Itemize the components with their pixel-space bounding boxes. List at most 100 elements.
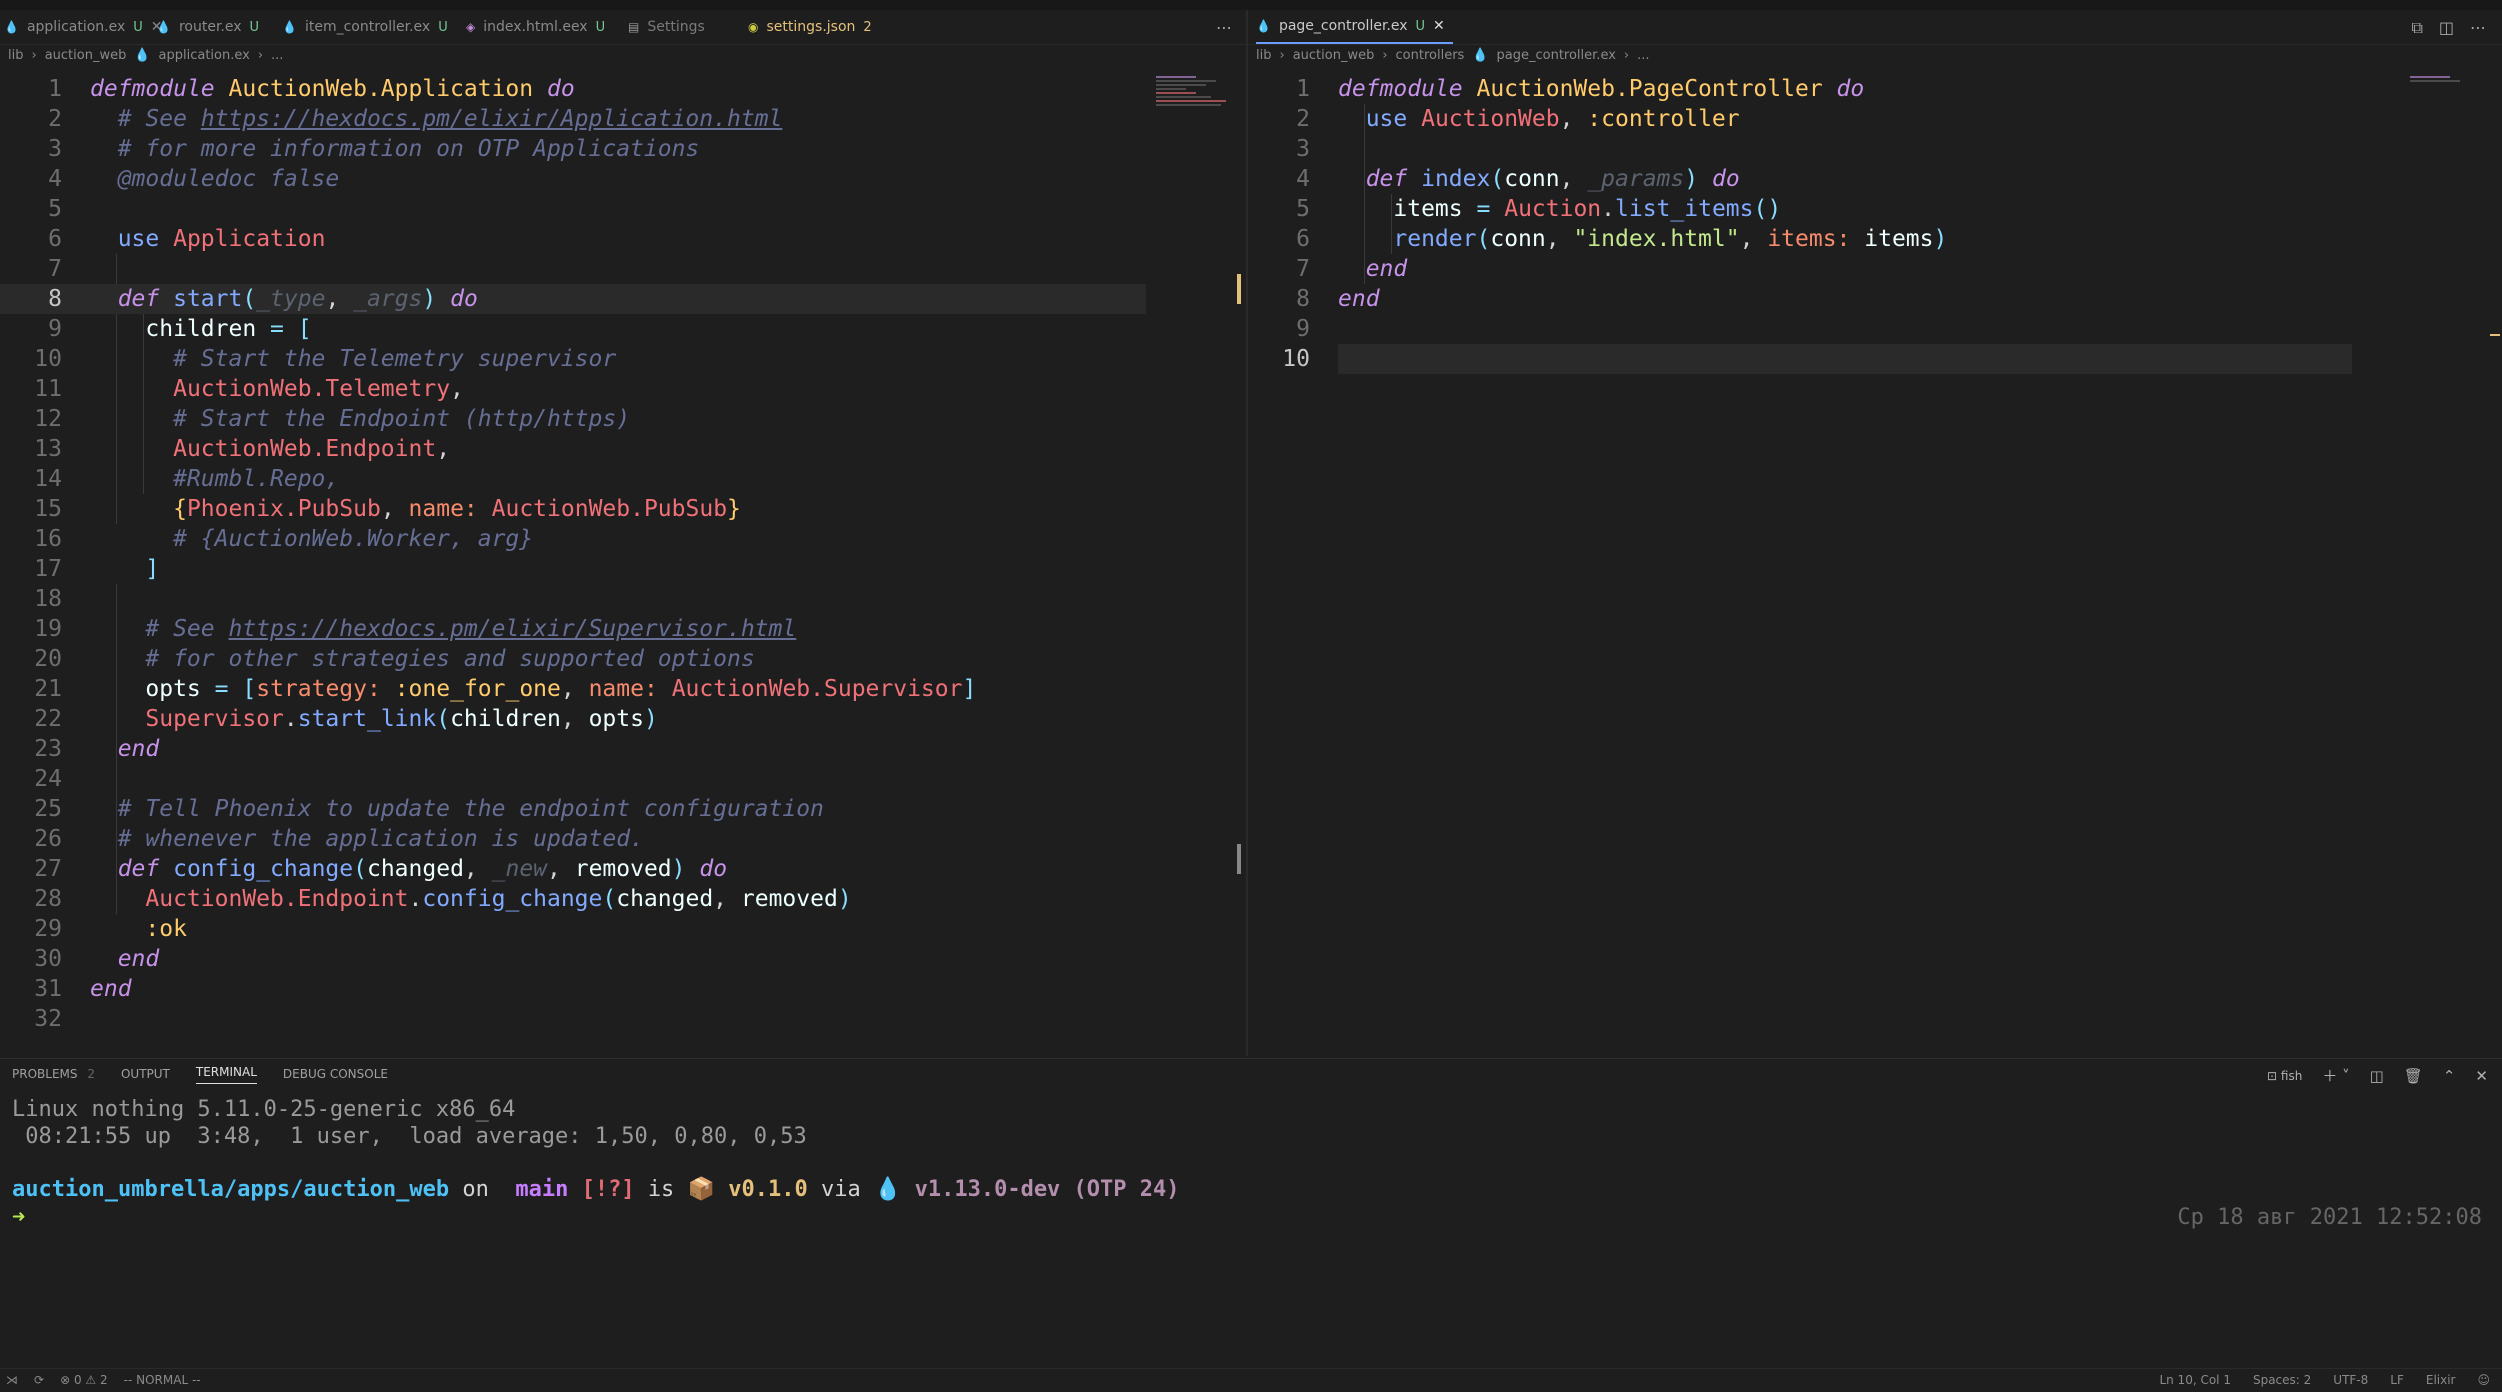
code-line: 7 end	[1296, 256, 1408, 282]
bottom-panel: PROBLEMS 2 OUTPUT TERMINAL DEBUG CONSOLE…	[0, 1058, 2502, 1369]
tab-status: U	[249, 19, 260, 35]
remote-icon[interactable]: ⋊	[6, 1373, 18, 1387]
tab-item-controller-ex[interactable]: 💧 item_controller.ex U	[282, 10, 448, 44]
code-line: 19 # See https://hexdocs.pm/elixir/Super…	[34, 616, 797, 642]
terminal-selector[interactable]: ⊡ fish	[2267, 1069, 2302, 1083]
code-line: 12 # Start the Endpoint (http/https)	[34, 406, 631, 432]
elixir-icon: 💧	[1256, 19, 1271, 33]
code-line: 7	[48, 256, 62, 282]
tab-output[interactable]: OUTPUT	[121, 1067, 170, 1081]
code-line: 9	[1296, 316, 1310, 342]
breadcrumb-item[interactable]: controllers	[1396, 48, 1465, 63]
code-line: 16 # {AuctionWeb.Worker, arg}	[34, 526, 534, 552]
tab-debug-console[interactable]: DEBUG CONSOLE	[283, 1067, 388, 1081]
tab-bar-right: 💧 page_controller.ex U ✕ ⧉ ◫ ⋯	[1248, 10, 2502, 45]
terminal-input[interactable]: ➜	[12, 1205, 25, 1230]
cursor-position[interactable]: Ln 10, Col 1	[2159, 1373, 2231, 1387]
code-line: 11 AuctionWeb.Telemetry,	[34, 376, 464, 402]
compare-changes-icon[interactable]: ⧉	[2411, 18, 2422, 38]
tab-problems[interactable]: PROBLEMS 2	[12, 1067, 95, 1081]
breadcrumb-item[interactable]: page_controller.ex	[1497, 48, 1616, 63]
terminal-line: Linux nothing 5.11.0-25-generic x86_64	[12, 1097, 516, 1122]
breadcrumb-item[interactable]: lib	[8, 48, 23, 63]
close-icon[interactable]: ✕	[2475, 1067, 2488, 1085]
elixir-icon: 💧	[282, 20, 297, 34]
breadcrumb-item[interactable]: ...	[1637, 48, 1649, 63]
breadcrumb-item[interactable]: ...	[271, 48, 283, 63]
tab-terminal[interactable]: TERMINAL	[195, 1065, 257, 1084]
split-editor-icon[interactable]: ◫	[2439, 18, 2454, 38]
code-line: 4 @moduledoc false	[48, 166, 340, 192]
elixir-icon: 💧	[1472, 47, 1489, 63]
code-line: 15 {Phoenix.PubSub, name: AuctionWeb.Pub…	[34, 496, 741, 522]
breadcrumb: lib › auction_web 💧 application.ex › ...	[8, 44, 283, 66]
tab-bar-left: 💧 application.ex U ✕ 💧 router.ex U 💧 ite…	[0, 10, 1246, 45]
code-line: 29 :ok	[34, 916, 187, 942]
terminal-line: 08:21:55 up 3:48, 1 user, load average: …	[12, 1124, 807, 1149]
code-line: 25 # Tell Phoenix to update the endpoint…	[34, 796, 824, 822]
json-icon: ◉	[748, 20, 759, 34]
chevron-right-icon: ›	[1623, 47, 1630, 63]
line-ending[interactable]: LF	[2390, 1373, 2404, 1387]
panel-tabs: PROBLEMS 2 OUTPUT TERMINAL DEBUG CONSOLE	[12, 1059, 388, 1089]
breadcrumb: lib › auction_web › controllers 💧 page_c…	[1256, 44, 1650, 66]
tab-settings-json[interactable]: ◉ settings.json 2	[748, 10, 872, 44]
tab-problem-count: 2	[863, 19, 872, 35]
terminal-right-prompt: Ср 18 авг 2021 12:52:08	[2177, 1205, 2482, 1230]
feedback-icon[interactable]: ☺	[2477, 1373, 2490, 1387]
more-actions-icon[interactable]: ⋯	[1216, 18, 1232, 37]
code-line: 9 children = [	[48, 316, 312, 342]
code-line: 31 end	[34, 976, 132, 1002]
split-terminal-icon[interactable]: ◫	[2370, 1067, 2384, 1085]
problems-count-badge: 2	[87, 1067, 95, 1081]
tab-page-controller-ex[interactable]: 💧 page_controller.ex U ✕	[1256, 10, 1453, 44]
language-mode[interactable]: Elixir	[2426, 1373, 2456, 1387]
tab-application-ex[interactable]: 💧 application.ex U ✕	[4, 10, 163, 44]
more-actions-icon[interactable]: ⋯	[2470, 18, 2486, 38]
code-line: 4 def index(conn, _params) do	[1296, 166, 1740, 192]
code-line: 28 AuctionWeb.Endpoint.config_change(cha…	[34, 886, 852, 912]
editor-group-left: 💧 application.ex U ✕ 💧 router.ex U 💧 ite…	[0, 10, 1246, 1056]
close-icon[interactable]: ✕	[1433, 18, 1445, 34]
elixir-drop-icon: 💧	[873, 1177, 902, 1202]
chevron-right-icon: ›	[1382, 47, 1388, 63]
tab-router-ex[interactable]: 💧 router.ex U	[156, 10, 259, 44]
code-line: 20 # for other strategies and supported …	[34, 646, 755, 672]
problems-indicator[interactable]: ⊗ 0 ⚠ 2	[60, 1373, 108, 1387]
chevron-right-icon: ›	[31, 47, 37, 63]
tab-status: U	[1415, 18, 1426, 34]
code-line: 2 use AuctionWeb, :controller	[1296, 106, 1740, 132]
code-line: 10 # Start the Telemetry supervisor	[34, 346, 617, 372]
tab-label: index.html.eex	[483, 19, 588, 35]
error-icon: ⊗	[60, 1373, 71, 1387]
chevron-up-icon[interactable]: ⌃	[2443, 1067, 2456, 1085]
breadcrumb-item[interactable]: lib	[1256, 48, 1271, 63]
code-line: 18	[34, 586, 62, 612]
code-line: 14 #Rumbl.Repo,	[34, 466, 340, 492]
breadcrumb-item[interactable]: auction_web	[45, 48, 127, 63]
status-bar: ⋊ ⟳ ⊗ 0 ⚠ 2 -- NORMAL -- Ln 10, Col 1 Sp…	[0, 1368, 2502, 1392]
terminal-prompt: auction_umbrella/apps/auction_web on mai…	[12, 1177, 1180, 1202]
chevron-right-icon: ›	[257, 47, 264, 63]
terminal-icon: ⊡	[2267, 1068, 2278, 1083]
warning-icon: ⚠	[85, 1373, 97, 1387]
encoding[interactable]: UTF-8	[2333, 1373, 2368, 1387]
panel-actions: ⊡ fish ＋ ˅ ◫ 🗑 ⌃ ✕	[2267, 1065, 2488, 1086]
elixir-icon: 💧	[134, 47, 151, 63]
breadcrumb-item[interactable]: auction_web	[1293, 48, 1375, 63]
indentation[interactable]: Spaces: 2	[2253, 1373, 2311, 1387]
sync-icon[interactable]: ⟳	[34, 1373, 44, 1387]
code-line: 23 end	[34, 736, 160, 762]
trash-icon[interactable]: 🗑	[2404, 1067, 2423, 1085]
tab-label: item_controller.ex	[304, 19, 431, 35]
code-line: 2 # See https://hexdocs.pm/elixir/Applic…	[48, 106, 783, 132]
vim-mode: -- NORMAL --	[123, 1373, 201, 1387]
new-terminal-icon[interactable]: ＋ ˅	[2322, 1065, 2349, 1086]
code-line: 1 defmodule AuctionWeb.Application do	[48, 76, 575, 102]
tab-settings[interactable]: ▤ Settings	[628, 10, 705, 44]
breadcrumb-item[interactable]: application.ex	[159, 48, 250, 63]
tab-index-html-eex[interactable]: ◈ index.html.eex U	[466, 10, 605, 44]
tab-actions-right: ⧉ ◫ ⋯	[2411, 18, 2486, 38]
window-top-strip	[0, 0, 2502, 10]
tab-status: U	[595, 19, 606, 35]
